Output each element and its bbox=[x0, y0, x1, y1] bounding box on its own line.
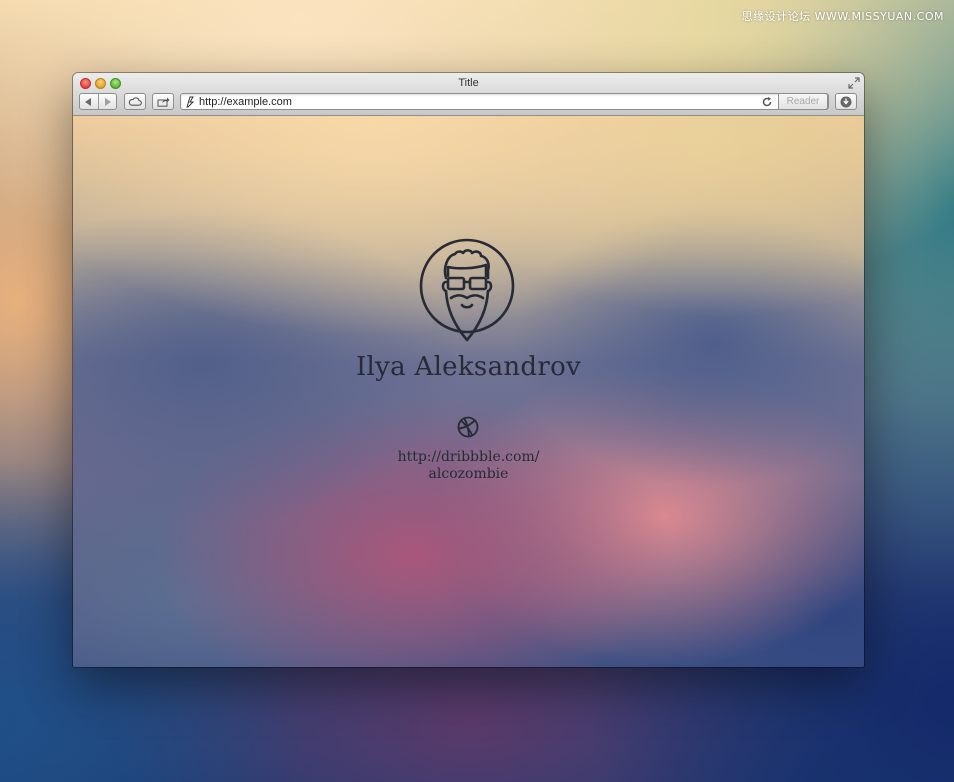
site-icon bbox=[186, 96, 195, 108]
address-bar[interactable]: http://example.com Reader bbox=[180, 93, 829, 110]
bearded-man-glasses-icon bbox=[419, 238, 515, 342]
dribbble-icon[interactable] bbox=[457, 416, 479, 438]
browser-window: Title http://example.com Reader Ilya Ale… bbox=[73, 73, 864, 667]
profile-link-line2: alcozombie bbox=[428, 466, 509, 482]
reader-button[interactable]: Reader bbox=[778, 93, 828, 110]
profile-name: Ilya Aleksandrov bbox=[355, 352, 582, 382]
window-title: Title bbox=[458, 77, 479, 89]
reload-icon[interactable] bbox=[761, 96, 773, 108]
dribbble-profile-link[interactable]: http://dribbble.com/ alcozombie bbox=[73, 449, 864, 483]
share-button[interactable] bbox=[152, 93, 174, 110]
back-forward-group bbox=[79, 93, 117, 110]
forward-button[interactable] bbox=[99, 94, 117, 109]
watermark: 思缘设计论坛 WWW.MISSYUAN.COM bbox=[741, 10, 944, 23]
cloud-icon bbox=[128, 97, 142, 106]
title-bar: Title http://example.com Reader bbox=[73, 73, 864, 116]
page-content: Ilya Aleksandrov http://dribbble.com/ al… bbox=[73, 116, 864, 667]
download-icon bbox=[840, 96, 852, 107]
icloud-tabs-button[interactable] bbox=[124, 93, 146, 110]
forward-arrow-icon bbox=[104, 97, 111, 106]
profile-link-line1: http://dribbble.com/ bbox=[397, 449, 540, 465]
address-input[interactable]: http://example.com bbox=[199, 95, 292, 109]
back-button[interactable] bbox=[80, 94, 98, 109]
back-arrow-icon bbox=[85, 97, 92, 106]
fullscreen-icon[interactable] bbox=[848, 77, 860, 89]
downloads-button[interactable] bbox=[835, 93, 857, 110]
share-icon bbox=[157, 97, 169, 107]
